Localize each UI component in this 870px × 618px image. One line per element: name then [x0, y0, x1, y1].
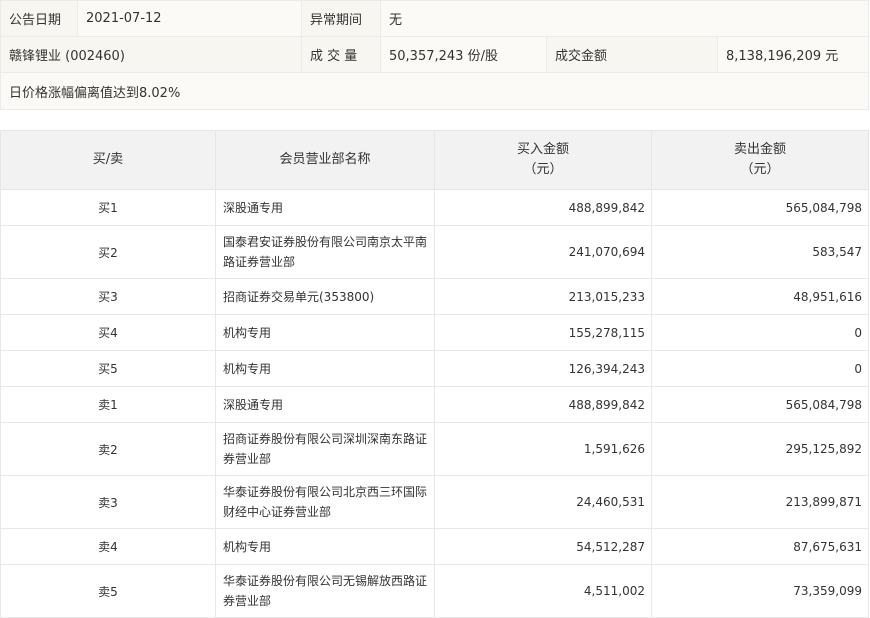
broker-trading-table: 买/卖 会员营业部名称 买入金额 （元） 卖出金额 （元） 买1 深股通专用 488…: [0, 130, 869, 618]
abnormal-reason: 日价格涨幅偏离值达到8.02%: [0, 72, 870, 110]
row-buy-amount: 241,070,694: [434, 225, 652, 279]
table-row: 卖1 深股通专用 488,899,842 565,084,798: [0, 386, 869, 423]
row-side: 卖1: [0, 386, 216, 423]
table-row: 卖3 华泰证券股份有限公司北京西三环国际 财经中心证券营业部 24,460,531…: [0, 475, 869, 529]
table-row: 买1 深股通专用 488,899,842 565,084,798: [0, 189, 869, 226]
dept-line1: 国泰君安证券股份有限公司南京太平南: [223, 235, 428, 249]
table-row: 买2 国泰君安证券股份有限公司南京太平南 路证券营业部 241,070,694 5…: [0, 225, 869, 279]
table-header-row: 买/卖 会员营业部名称 买入金额 （元） 卖出金额 （元）: [0, 130, 869, 190]
announce-date-label: 公告日期: [0, 0, 78, 37]
row-dept: 深股通专用: [215, 386, 435, 423]
row-dept: 招商证券交易单元(353800): [215, 278, 435, 315]
row-buy-amount: 1,591,626: [434, 422, 652, 476]
row-side: 卖2: [0, 422, 216, 476]
announcement-info-table: 公告日期 2021-07-12 异常期间 无 赣锋锂业 (002460) 成 交…: [0, 0, 870, 110]
row-sell-amount: 583,547: [651, 225, 869, 279]
dept-line2: 财经中心证券营业部: [223, 505, 332, 519]
volume-label: 成 交 量: [301, 36, 381, 73]
row-dept: 机构专用: [215, 314, 435, 351]
header-sell-line1: 卖出金额: [733, 142, 786, 157]
row-buy-amount: 4,511,002: [434, 564, 652, 618]
row-side: 买5: [0, 350, 216, 387]
stock-name: 赣锋锂业 (002460): [0, 36, 302, 73]
row-dept: 机构专用: [215, 350, 435, 387]
dept-line2: 券营业部: [223, 594, 272, 608]
row-side: 卖4: [0, 528, 216, 565]
header-buy-line2: （元）: [523, 162, 563, 177]
dept-line2: 券营业部: [223, 452, 272, 466]
row-side: 买3: [0, 278, 216, 315]
row-side: 买2: [0, 225, 216, 279]
row-side: 买1: [0, 189, 216, 226]
row-side: 买4: [0, 314, 216, 351]
header-sell-amount: 卖出金额 （元）: [651, 130, 869, 190]
row-buy-amount: 488,899,842: [434, 189, 652, 226]
dept-line1: 华泰证券股份有限公司无锡解放西路证: [223, 574, 428, 588]
row-buy-amount: 126,394,243: [434, 350, 652, 387]
row-sell-amount: 0: [651, 350, 869, 387]
amount-label: 成交金额: [546, 36, 718, 73]
row-buy-amount: 54,512,287: [434, 528, 652, 565]
row-buy-amount: 24,460,531: [434, 475, 652, 529]
table-row: 卖2 招商证券股份有限公司深圳深南东路证 券营业部 1,591,626 295,1…: [0, 422, 869, 476]
table-row: 卖4 机构专用 54,512,287 87,675,631: [0, 528, 869, 565]
announce-date-value: 2021-07-12: [77, 0, 302, 37]
row-dept: 深股通专用: [215, 189, 435, 226]
row-sell-amount: 0: [651, 314, 869, 351]
abnormal-period-value: 无: [379, 0, 870, 37]
dept-line1: 机构专用: [223, 325, 272, 340]
row-sell-amount: 213,899,871: [651, 475, 869, 529]
row-side: 卖3: [0, 475, 216, 529]
row-sell-amount: 73,359,099: [651, 564, 869, 618]
row-side: 卖5: [0, 564, 216, 618]
dept-line1: 深股通专用: [223, 200, 284, 215]
row-buy-amount: 155,278,115: [434, 314, 652, 351]
row-dept: 华泰证券股份有限公司无锡解放西路证 券营业部: [215, 564, 435, 618]
row-dept: 机构专用: [215, 528, 435, 565]
dept-line2: 路证券营业部: [223, 255, 296, 269]
row-sell-amount: 295,125,892: [651, 422, 869, 476]
header-dept: 会员营业部名称: [215, 130, 435, 190]
row-sell-amount: 48,951,616: [651, 278, 869, 315]
header-sell-line2: （元）: [740, 162, 780, 177]
table-row: 买5 机构专用 126,394,243 0: [0, 350, 869, 387]
table-row: 卖5 华泰证券股份有限公司无锡解放西路证 券营业部 4,511,002 73,35…: [0, 564, 869, 618]
dept-line1: 深股通专用: [223, 397, 284, 412]
table-row: 买3 招商证券交易单元(353800) 213,015,233 48,951,6…: [0, 278, 869, 315]
header-buy-amount: 买入金额 （元）: [434, 130, 652, 190]
dept-line1: 招商证券交易单元(353800): [223, 289, 375, 304]
row-dept: 国泰君安证券股份有限公司南京太平南 路证券营业部: [215, 225, 435, 279]
dept-line1: 机构专用: [223, 361, 272, 376]
header-side: 买/卖: [0, 130, 216, 190]
row-sell-amount: 565,084,798: [651, 386, 869, 423]
row-sell-amount: 87,675,631: [651, 528, 869, 565]
abnormal-period-label: 异常期间: [301, 0, 381, 37]
row-buy-amount: 488,899,842: [434, 386, 652, 423]
row-sell-amount: 565,084,798: [651, 189, 869, 226]
dept-line1: 机构专用: [223, 539, 272, 554]
amount-value: 8,138,196,209 元: [716, 36, 870, 73]
row-buy-amount: 213,015,233: [434, 278, 652, 315]
volume-value: 50,357,243 份/股: [380, 36, 547, 73]
table-row: 买4 机构专用 155,278,115 0: [0, 314, 869, 351]
row-dept: 招商证券股份有限公司深圳深南东路证 券营业部: [215, 422, 435, 476]
row-dept: 华泰证券股份有限公司北京西三环国际 财经中心证券营业部: [215, 475, 435, 529]
dept-line1: 招商证券股份有限公司深圳深南东路证: [223, 432, 428, 446]
dept-line1: 华泰证券股份有限公司北京西三环国际: [223, 485, 428, 499]
header-buy-line1: 买入金额: [516, 142, 569, 157]
